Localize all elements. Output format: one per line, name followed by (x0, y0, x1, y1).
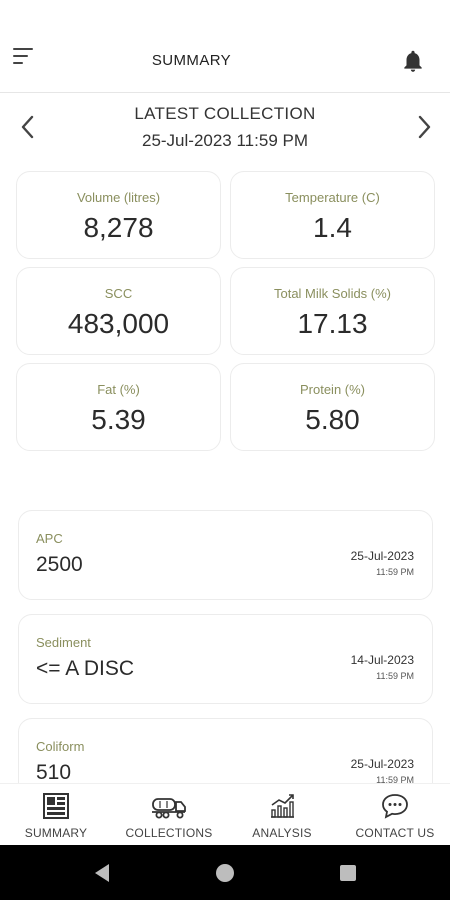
test-value: 2500 (36, 553, 83, 576)
metric-card-protein: Protein (%) 5.80 (230, 363, 435, 451)
metric-value: 5.80 (305, 404, 360, 435)
bell-icon[interactable] (400, 48, 426, 74)
metric-card-temperature: Temperature (C) 1.4 (230, 171, 435, 259)
metric-value: 8,278 (83, 212, 154, 243)
home-icon[interactable] (216, 864, 234, 882)
test-time: 11:59 PM (376, 671, 414, 681)
metric-value: 483,000 (67, 308, 170, 339)
tab-collections[interactable]: COLLECTIONS (113, 784, 225, 846)
chat-bubble-icon (382, 794, 408, 819)
metric-label: Fat (%) (97, 382, 140, 397)
collection-datetime: 25-Jul-2023 11:59 PM (141, 131, 308, 150)
metric-label: Protein (%) (299, 382, 366, 397)
test-value: 510 (36, 761, 72, 784)
chevron-right-icon (418, 115, 431, 139)
test-card-apc[interactable]: APC 2500 25-Jul-2023 11:59 PM (18, 510, 433, 600)
metric-value: 1.4 (313, 212, 352, 243)
metric-card-fat: Fat (%) 5.39 (16, 363, 221, 451)
tab-label: SUMMARY (24, 826, 88, 840)
test-label: Sediment (36, 635, 91, 650)
test-time: 11:59 PM (376, 567, 414, 577)
tab-label: COLLECTIONS (125, 826, 213, 840)
metric-label: Volume (litres) (76, 190, 161, 205)
metric-value: 17.13 (297, 308, 368, 339)
metric-card-volume: Volume (litres) 8,278 (16, 171, 221, 259)
recent-apps-icon[interactable] (340, 865, 356, 881)
test-label: APC (36, 531, 63, 546)
tab-summary[interactable]: SUMMARY (0, 784, 112, 846)
test-date: 25-Jul-2023 (350, 757, 414, 771)
test-card-sediment[interactable]: Sediment <= A DISC 14-Jul-2023 11:59 PM (18, 614, 433, 704)
metric-label: SCC (104, 286, 133, 301)
tab-contact-us[interactable]: CONTACT US (339, 784, 450, 846)
summary-icon (43, 793, 69, 819)
next-collection-button[interactable] (412, 112, 436, 142)
tab-label: CONTACT US (355, 826, 435, 840)
bottom-tab-bar: SUMMARY COLLECTIONS ANALYSIS CONTACT US (0, 783, 450, 845)
latest-collection-nav: LATEST COLLECTION 25-Jul-2023 11:59 PM (0, 93, 450, 163)
test-label: Coliform (36, 739, 85, 754)
metric-value: 5.39 (91, 404, 146, 435)
tab-analysis[interactable]: ANALYSIS (226, 784, 338, 846)
test-date: 14-Jul-2023 (350, 653, 414, 667)
app-header: SUMMARY (0, 0, 450, 93)
back-icon[interactable] (93, 863, 111, 883)
milk-tanker-icon (152, 798, 186, 819)
metric-label: Temperature (C) (285, 190, 380, 205)
metric-card-total-milk-solids: Total Milk Solids (%) 17.13 (230, 267, 435, 355)
test-value: <= A DISC (36, 657, 135, 680)
metric-label: Total Milk Solids (%) (273, 286, 392, 301)
page-title: SUMMARY (151, 52, 232, 69)
collection-heading: LATEST COLLECTION (134, 104, 316, 123)
analysis-chart-icon (271, 794, 294, 818)
tab-label: ANALYSIS (252, 826, 312, 840)
system-navigation-bar (0, 845, 450, 900)
metric-card-scc: SCC 483,000 (16, 267, 221, 355)
test-date: 25-Jul-2023 (350, 549, 414, 563)
